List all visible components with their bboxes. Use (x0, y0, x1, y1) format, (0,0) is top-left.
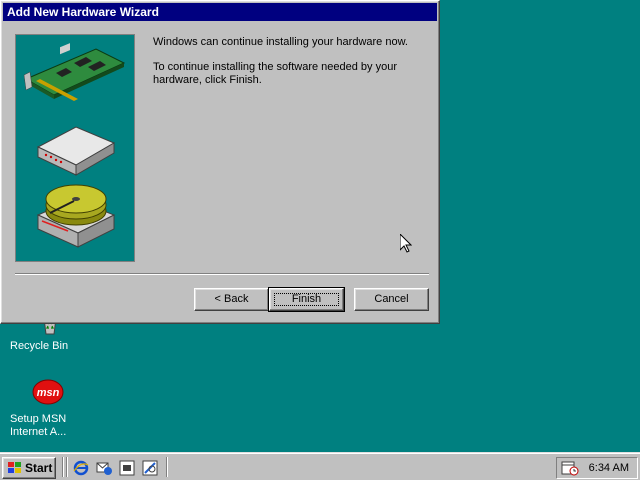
recycle-bin-label: Recycle Bin (10, 340, 69, 352)
taskbar-divider (166, 457, 168, 477)
modem-icon (36, 126, 116, 176)
outlook-express-icon[interactable] (95, 459, 113, 477)
mouse-pointer-icon (400, 234, 412, 253)
msn-icon: msn (32, 379, 64, 405)
focus-rectangle (274, 293, 339, 306)
taskbar-divider (66, 457, 68, 477)
title-bar[interactable]: Add New Hardware Wizard (3, 3, 437, 21)
channels-icon[interactable] (141, 459, 159, 477)
clock[interactable]: 6:34 AM (589, 461, 629, 475)
wizard-separator (15, 273, 429, 275)
svg-text:msn: msn (37, 387, 60, 399)
wizard-art-panel (15, 34, 135, 262)
wizard-message-line2: To continue installing the software need… (153, 61, 397, 86)
setup-msn-label-line2: Internet A... (10, 426, 67, 438)
add-hardware-wizard-window: Add New Hardware Wizard Windows can cont… (0, 0, 440, 324)
scheduler-icon[interactable] (561, 460, 579, 476)
internet-explorer-icon[interactable] (72, 459, 90, 477)
start-label: Start (25, 461, 53, 475)
system-tray: 6:34 AM (556, 457, 638, 479)
desktop-icon-setup-msn[interactable]: msn Setup MSN Internet A... (0, 378, 76, 439)
show-desktop-icon[interactable] (118, 459, 136, 477)
start-button[interactable]: Start (2, 457, 56, 479)
finish-button[interactable]: Finish (268, 287, 345, 312)
setup-msn-label-line1: Setup MSN (10, 413, 67, 425)
expansion-card-icon (23, 43, 126, 101)
taskbar-divider (62, 457, 64, 477)
wizard-message-line1: Windows can continue installing your har… (153, 36, 408, 48)
taskbar: Start 6:34 AM (0, 452, 640, 480)
back-button[interactable]: < Back (194, 288, 269, 311)
cancel-button[interactable]: Cancel (354, 288, 429, 311)
windows-logo-icon (8, 462, 21, 473)
hard-drive-icon (36, 184, 116, 248)
